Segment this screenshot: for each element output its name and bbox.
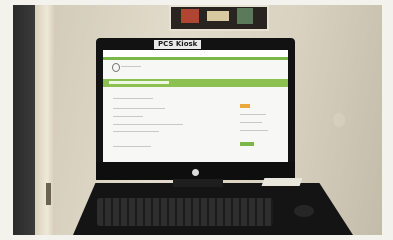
framed-painting — [169, 5, 269, 31]
doorway — [13, 5, 35, 235]
door-trim — [35, 5, 55, 235]
paper-sheet — [261, 178, 303, 186]
screen-text-line — [240, 114, 266, 115]
photo-frame: PCS Kiosk — [13, 5, 382, 235]
all-in-one-monitor: PCS Kiosk — [96, 38, 295, 180]
logo-icon — [112, 63, 120, 72]
screen-text-line — [240, 122, 262, 123]
screen-text-line — [113, 98, 153, 99]
keyboard[interactable] — [97, 198, 273, 226]
screen-text-line — [113, 108, 165, 109]
screen-top-bar — [103, 57, 288, 60]
door-hinge — [46, 183, 51, 205]
mouse[interactable] — [294, 205, 314, 217]
kiosk-screen[interactable] — [103, 50, 288, 162]
wall-fixture — [333, 113, 345, 127]
screen-text-line — [113, 146, 151, 147]
monitor-stand — [173, 179, 223, 187]
brand-logo-icon — [192, 169, 199, 176]
screen-text-line — [113, 131, 159, 132]
screen-image — [240, 104, 250, 108]
screen-text-line — [113, 116, 143, 117]
kiosk-sign: PCS Kiosk — [154, 40, 202, 49]
screen-text-line — [113, 124, 183, 125]
screen-text-line — [240, 130, 268, 131]
screen-button[interactable] — [240, 142, 254, 146]
